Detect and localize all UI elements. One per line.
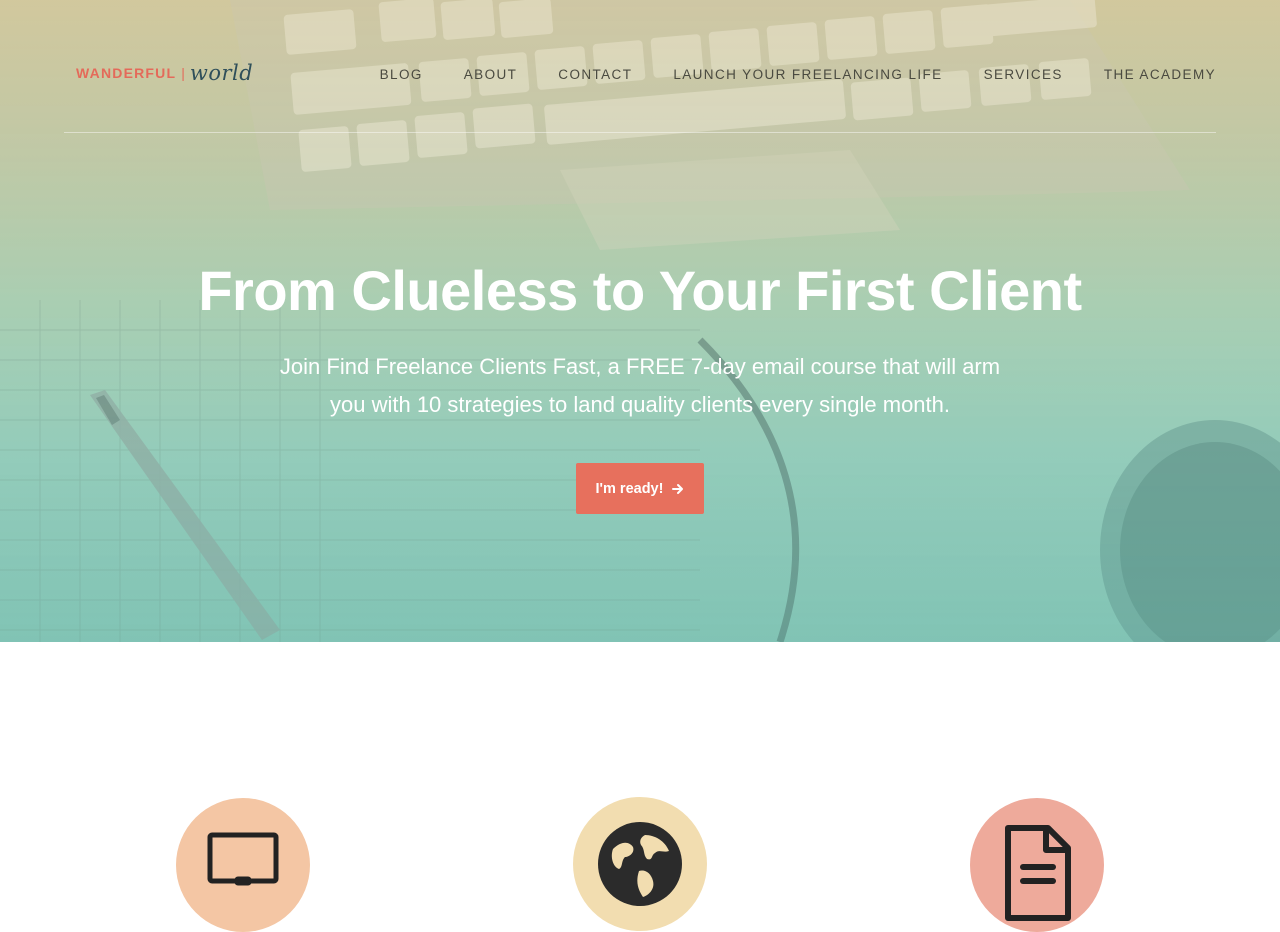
nav-item-services[interactable]: SERVICES bbox=[984, 67, 1063, 82]
globe-icon bbox=[598, 822, 682, 906]
feature-document bbox=[970, 798, 1104, 932]
header-divider bbox=[64, 132, 1216, 133]
cta-label: I'm ready! bbox=[595, 480, 664, 497]
logo-separator: | bbox=[181, 65, 185, 81]
nav-item-about[interactable]: ABOUT bbox=[464, 67, 518, 82]
arrow-right-icon bbox=[672, 483, 684, 494]
logo-brand-right: world bbox=[189, 61, 254, 85]
nav-item-blog[interactable]: BLOG bbox=[380, 67, 423, 82]
hero-subtitle: Join Find Freelance Clients Fast, a FREE… bbox=[279, 354, 1001, 417]
feature-globe bbox=[573, 797, 707, 931]
nav-item-contact[interactable]: CONTACT bbox=[558, 67, 632, 82]
hero-section: WANDERFUL | world BLOG ABOUT CONTACT LAU… bbox=[0, 0, 1280, 642]
main-navigation: BLOG ABOUT CONTACT LAUNCH YOUR FREELANCI… bbox=[380, 67, 1216, 82]
nav-item-the-academy[interactable]: THE ACADEMY bbox=[1104, 67, 1216, 82]
feature-laptop bbox=[176, 798, 310, 932]
site-logo[interactable]: WANDERFUL | world bbox=[76, 58, 253, 88]
document-icon bbox=[1005, 825, 1071, 921]
hero-title: From Clueless to Your First Client bbox=[198, 259, 1082, 322]
im-ready-button[interactable]: I'm ready! bbox=[576, 463, 704, 514]
laptop-icon bbox=[207, 832, 279, 886]
nav-item-launch-freelancing-life[interactable]: LAUNCH YOUR FREELANCING LIFE bbox=[673, 67, 942, 82]
logo-brand-left: WANDERFUL bbox=[76, 65, 177, 81]
